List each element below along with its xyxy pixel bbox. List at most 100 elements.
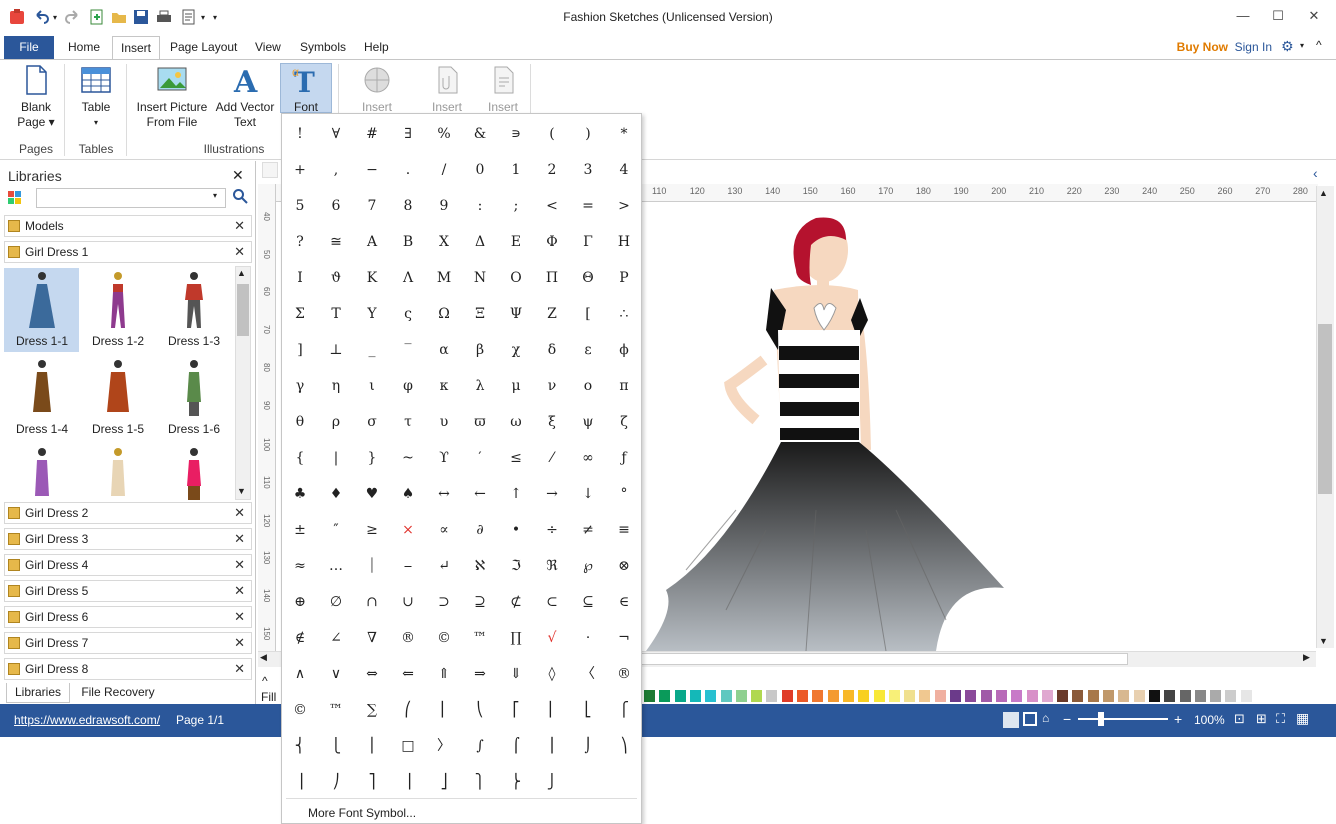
maximize-button[interactable]: ☐ — [1265, 6, 1291, 26]
grid-view-icon[interactable]: ▦ — [1296, 710, 1309, 727]
symbol-cell[interactable]: ™ — [318, 692, 354, 728]
close-icon[interactable]: ✕ — [234, 609, 245, 625]
symbol-cell[interactable]: 3 — [570, 152, 606, 188]
symbol-cell[interactable]: ] — [282, 332, 318, 368]
symbol-cell[interactable]: ℑ — [498, 548, 534, 584]
close-icon[interactable]: ✕ — [234, 557, 245, 573]
symbol-cell[interactable]: ≈ — [282, 548, 318, 584]
color-swatch[interactable] — [873, 690, 885, 702]
dress-1-2[interactable]: Dress 1-2 — [82, 268, 154, 352]
symbol-cell[interactable]: 4 — [606, 152, 642, 188]
dress-1-8[interactable] — [82, 444, 154, 500]
fit-width-icon[interactable]: ⊞ — [1256, 711, 1267, 727]
tab-file-recovery[interactable]: File Recovery — [76, 683, 160, 703]
symbol-cell[interactable]: © — [282, 692, 318, 728]
scroll-down-icon[interactable]: ▼ — [1319, 636, 1328, 646]
dress-1-3[interactable]: Dress 1-3 — [158, 268, 230, 352]
website-link[interactable]: https://www.edrawsoft.com/ — [14, 713, 160, 727]
symbol-cell[interactable]: ⊆ — [570, 584, 606, 620]
symbol-cell[interactable]: ± — [282, 512, 318, 548]
symbol-cell[interactable]: Μ — [426, 260, 462, 296]
symbol-cell[interactable]: © — [426, 620, 462, 656]
symbol-cell[interactable]: ↵ — [426, 548, 462, 584]
symbol-cell[interactable]: Η — [606, 224, 642, 260]
symbol-cell[interactable]: ν — [534, 368, 570, 404]
color-swatch[interactable] — [1026, 690, 1038, 702]
symbol-cell[interactable]: ⎝ — [462, 692, 498, 728]
new-icon[interactable] — [88, 8, 106, 26]
symbol-cell[interactable]: ⎤ — [354, 764, 390, 800]
insert-hyperlink-button[interactable]: Insert — [355, 64, 399, 115]
tab-view[interactable]: View — [247, 36, 289, 59]
symbol-cell[interactable]: ⎡ — [498, 692, 534, 728]
symbol-cell[interactable]: η — [318, 368, 354, 404]
symbol-cell[interactable]: Ε — [498, 224, 534, 260]
presentation-icon[interactable]: ⌂ — [1042, 711, 1049, 725]
symbol-cell[interactable]: ⇒ — [462, 656, 498, 692]
symbol-cell[interactable]: Ρ — [606, 260, 642, 296]
library-girl-dress-1[interactable]: Girl Dress 1 ✕ — [4, 241, 252, 263]
symbol-cell[interactable]: Χ — [426, 224, 462, 260]
symbol-cell[interactable]: 0 — [462, 152, 498, 188]
color-swatch[interactable] — [1103, 690, 1114, 702]
symbol-cell[interactable]: Ψ — [498, 296, 534, 332]
symbol-cell[interactable]: ⊂ — [534, 584, 570, 620]
color-swatch[interactable] — [919, 690, 931, 702]
symbol-cell[interactable]: : — [462, 188, 498, 224]
gear-dropdown-icon[interactable]: ▾ — [1300, 41, 1304, 50]
table-button[interactable]: Table ▾ — [72, 64, 120, 130]
symbol-cell[interactable]: ⇐ — [390, 656, 426, 692]
symbol-cell[interactable]: 1 — [498, 152, 534, 188]
close-window-button[interactable]: ✕ — [1301, 6, 1327, 26]
symbol-cell[interactable]: % — [426, 116, 462, 152]
symbol-cell[interactable]: > — [606, 188, 642, 224]
color-swatch[interactable] — [751, 690, 763, 702]
symbol-cell[interactable]: υ — [426, 404, 462, 440]
symbol-cell[interactable]: ∈ — [606, 584, 642, 620]
symbol-cell[interactable]: ∂ — [462, 512, 498, 548]
symbol-cell[interactable]: β — [462, 332, 498, 368]
symbol-cell[interactable]: ® — [390, 620, 426, 656]
dress-1-6[interactable]: Dress 1-6 — [158, 356, 230, 440]
tab-libraries[interactable]: Libraries — [6, 683, 70, 703]
symbol-cell[interactable]: ← — [462, 476, 498, 512]
symbol-cell[interactable]: ⎞ — [606, 728, 642, 764]
symbol-cell[interactable]: φ — [390, 368, 426, 404]
symbol-cell[interactable]: ⌠ — [498, 728, 534, 764]
undo-icon[interactable] — [32, 8, 50, 26]
symbol-cell[interactable]: … — [318, 548, 354, 584]
symbol-cell[interactable]: ϒ — [426, 440, 462, 476]
symbol-cell[interactable]: Δ — [462, 224, 498, 260]
symbol-cell[interactable]: ο — [570, 368, 606, 404]
color-swatch[interactable] — [812, 690, 824, 702]
symbol-cell[interactable]: 2 — [534, 152, 570, 188]
symbol-cell[interactable]: □ — [390, 728, 426, 764]
symbol-cell[interactable]: ⇔ — [354, 656, 390, 692]
color-swatch[interactable] — [705, 690, 717, 702]
symbol-cell[interactable]: Τ — [318, 296, 354, 332]
color-swatch[interactable] — [1148, 690, 1160, 702]
symbol-cell[interactable]: ρ — [318, 404, 354, 440]
zoom-slider[interactable] — [1078, 718, 1168, 720]
tab-page-layout[interactable]: Page Layout — [162, 36, 245, 59]
symbol-cell[interactable]: δ — [534, 332, 570, 368]
scroll-up-icon[interactable]: ▲ — [1319, 188, 1328, 198]
symbol-cell[interactable]: + — [282, 152, 318, 188]
symbol-cell[interactable]: / — [426, 152, 462, 188]
symbol-cell[interactable]: ⎨ — [282, 728, 318, 764]
zoom-slider-thumb[interactable] — [1098, 712, 1104, 726]
symbol-cell[interactable]: ™ — [462, 620, 498, 656]
symbol-cell[interactable]: Ω — [426, 296, 462, 332]
symbol-cell[interactable]: − — [354, 152, 390, 188]
more-font-symbol-item[interactable]: More Font Symbol... — [308, 806, 416, 820]
symbol-cell[interactable]: ∏ — [498, 620, 534, 656]
symbol-cell[interactable]: σ — [354, 404, 390, 440]
symbol-cell[interactable]: ⎪ — [354, 728, 390, 764]
color-swatch[interactable] — [781, 690, 793, 702]
symbol-cell[interactable]: ⊗ — [606, 548, 642, 584]
insert-note-button[interactable]: Insert — [481, 64, 525, 115]
symbol-cell[interactable]: Σ — [282, 296, 318, 332]
color-swatch[interactable] — [644, 690, 655, 702]
buy-now-link[interactable]: Buy Now — [1177, 40, 1228, 54]
export-dropdown-icon[interactable]: ▾ — [198, 8, 208, 26]
